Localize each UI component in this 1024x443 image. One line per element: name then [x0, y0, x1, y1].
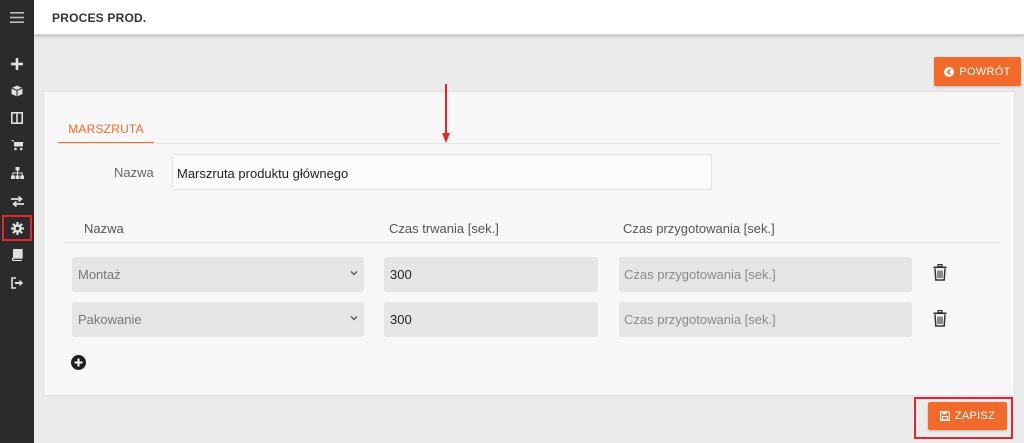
column-header-duration: Czas trwania [sek.]: [389, 221, 499, 236]
arrow-left-circle-icon: [944, 66, 955, 77]
save-button[interactable]: ZAPISZ: [928, 402, 1007, 430]
header-divider: [64, 242, 1000, 243]
sidebar-item-structure[interactable]: [0, 161, 34, 185]
operation-select-value: Pakowanie: [78, 312, 142, 327]
page-title: PROCES PROD.: [52, 11, 147, 25]
column-header-prep-time: Czas przygotowania [sek.]: [623, 221, 775, 236]
sidebar-item-settings[interactable]: [2, 215, 32, 241]
trash-icon[interactable]: [933, 310, 947, 327]
prep-time-input[interactable]: Czas przygotowania [sek.]: [619, 257, 912, 292]
duration-input[interactable]: 300: [384, 302, 598, 337]
operation-select-value: Montaż: [78, 267, 121, 282]
sign-out-icon: [10, 277, 23, 289]
operation-select[interactable]: Pakowanie: [72, 302, 364, 337]
sidebar: [0, 0, 34, 443]
trash-icon[interactable]: [933, 264, 947, 281]
tab-divider: [58, 143, 1000, 144]
plus-icon: [11, 58, 23, 70]
back-button-label: POWRÓT: [959, 65, 1011, 78]
annotation-arrow-icon: [442, 84, 450, 143]
sidebar-item-products[interactable]: [0, 79, 34, 103]
chevron-down-icon: [350, 271, 358, 276]
sidebar-item-docs[interactable]: [0, 243, 34, 267]
tab-marszruta[interactable]: MARSZRUTA: [58, 118, 154, 144]
book-icon: [11, 249, 23, 261]
columns-icon: [11, 112, 23, 124]
box-icon: [11, 85, 23, 97]
cart-icon: [10, 140, 23, 151]
name-input[interactable]: Marszruta produktu głównego: [172, 154, 712, 190]
sidebar-item-add[interactable]: [0, 52, 34, 76]
column-header-name: Nazwa: [84, 221, 124, 236]
operation-select[interactable]: Montaż: [72, 257, 364, 292]
top-bar: PROCES PROD.: [34, 0, 1024, 35]
sidebar-item-orders[interactable]: [0, 133, 34, 157]
back-button[interactable]: POWRÓT: [934, 57, 1021, 86]
sidebar-item-logout[interactable]: [0, 271, 34, 295]
save-button-label: ZAPISZ: [954, 410, 996, 422]
sitemap-icon: [10, 167, 24, 179]
menu-toggle[interactable]: [0, 0, 34, 34]
add-row-plus-icon[interactable]: [71, 355, 86, 370]
exchange-icon: [10, 195, 24, 207]
name-label: Nazwa: [114, 165, 154, 180]
duration-input[interactable]: 300: [384, 257, 598, 292]
routing-card: MARSZRUTA Nazwa Marszruta produktu główn…: [44, 92, 1014, 395]
sidebar-item-layout[interactable]: [0, 106, 34, 130]
hamburger-icon: [10, 11, 24, 23]
prep-time-input[interactable]: Czas przygotowania [sek.]: [619, 302, 912, 337]
chevron-down-icon: [350, 316, 358, 321]
gear-icon: [10, 221, 24, 235]
sidebar-item-transfers[interactable]: [0, 189, 34, 213]
floppy-disk-icon: [939, 411, 950, 421]
